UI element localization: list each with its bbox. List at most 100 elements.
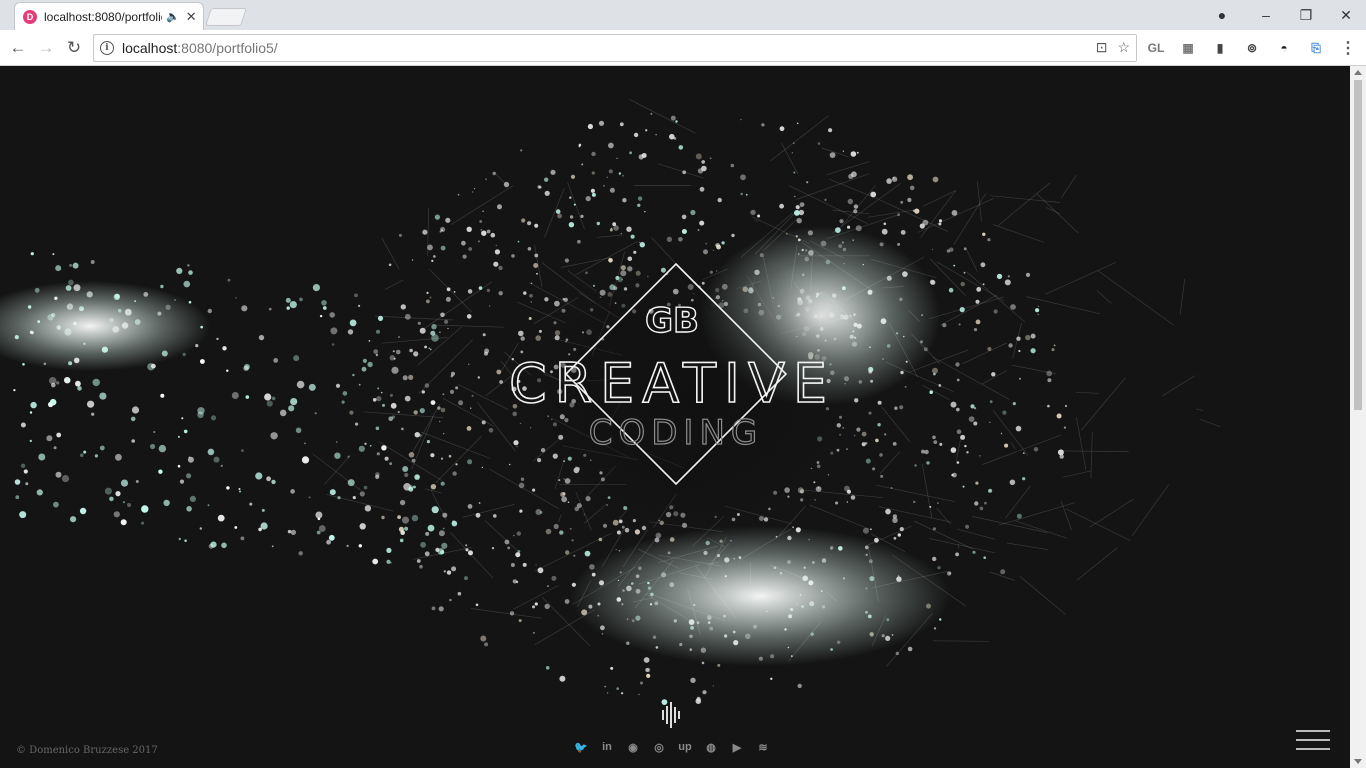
- particle-dot: [354, 293, 358, 298]
- particle-dot: [358, 544, 362, 548]
- particle-dot: [520, 149, 523, 152]
- particle-dot: [261, 508, 265, 512]
- particle-dot: [534, 602, 538, 606]
- favicon-icon: D: [23, 9, 37, 24]
- scroll-up-icon[interactable]: [1354, 70, 1362, 75]
- particle-dot: [545, 666, 550, 670]
- particle-dot: [690, 677, 696, 683]
- reload-button[interactable]: ↻: [62, 36, 86, 60]
- particle-dot: [650, 112, 653, 115]
- translate-icon[interactable]: ⊡: [1096, 39, 1108, 56]
- particle-dot: [431, 259, 434, 262]
- particle-dot: [404, 313, 411, 320]
- extension-grey-icon[interactable]: ▦: [1178, 38, 1198, 58]
- particle-dot: [130, 416, 136, 422]
- particle-dot: [373, 349, 379, 354]
- particle-dot: [420, 541, 426, 548]
- particle-line: [364, 411, 444, 418]
- url-host: localhost: [122, 40, 178, 56]
- particle-dot: [424, 345, 427, 349]
- particle-dot: [846, 501, 848, 503]
- particle-dot: [721, 241, 725, 245]
- browser-tab[interactable]: D localhost:8080/portfolio5/ 🔈 ✕: [14, 2, 204, 30]
- address-bar[interactable]: i localhost:8080/portfolio5/ ⊡ ☆: [93, 34, 1137, 62]
- particle-line: [913, 520, 973, 550]
- particle-line: [1062, 470, 1092, 478]
- speaker-icon[interactable]: 🔈: [166, 10, 180, 23]
- particle-dot: [488, 428, 494, 433]
- particle-line: [940, 294, 998, 326]
- particle-dot: [56, 432, 62, 438]
- particle-dot: [712, 685, 714, 687]
- github-icon[interactable]: ◉: [624, 738, 642, 756]
- gl-extension-icon[interactable]: GL: [1146, 38, 1166, 58]
- particle-dot: [847, 225, 851, 229]
- particle-dot: [399, 499, 406, 506]
- new-tab-button[interactable]: [205, 8, 247, 26]
- twitter-icon[interactable]: 🐦: [572, 738, 590, 756]
- url-path: :8080/portfolio5/: [177, 40, 278, 56]
- particle-dot: [973, 328, 978, 332]
- back-button[interactable]: ←: [6, 36, 30, 60]
- extension-book-icon[interactable]: ▮: [1210, 38, 1230, 58]
- profile-icon[interactable]: ●: [1202, 0, 1242, 30]
- forward-button[interactable]: →: [34, 36, 58, 60]
- particle-dot: [521, 218, 526, 223]
- info-icon[interactable]: i: [100, 41, 114, 55]
- upwork-icon[interactable]: up: [676, 738, 694, 756]
- bookmark-star-icon[interactable]: ☆: [1117, 39, 1130, 56]
- audio-toggle-icon[interactable]: [662, 702, 680, 728]
- particle-dot: [288, 405, 295, 412]
- particle-line: [432, 324, 504, 328]
- linkedin-icon[interactable]: in: [598, 738, 616, 756]
- particle-dot: [532, 605, 535, 609]
- particle-dot: [316, 530, 321, 535]
- particle-dot: [616, 687, 619, 690]
- particle-dot: [879, 453, 883, 457]
- particle-dot: [440, 481, 445, 486]
- particle-dot: [646, 673, 651, 679]
- extension-spiral-icon[interactable]: ⊚: [1242, 38, 1262, 58]
- restore-button[interactable]: ❐: [1286, 0, 1326, 30]
- particle-line: [876, 484, 956, 503]
- close-window-button[interactable]: ✕: [1326, 0, 1366, 30]
- particle-dot: [207, 308, 212, 314]
- particle-dot: [844, 485, 850, 492]
- particle-line: [450, 185, 514, 225]
- particle-line: [966, 271, 1026, 323]
- particle-dot: [856, 151, 859, 154]
- scroll-down-icon[interactable]: [1354, 759, 1362, 764]
- particle-dot: [465, 544, 468, 547]
- tab-close-icon[interactable]: ✕: [186, 9, 197, 25]
- dribbble-icon[interactable]: ◍: [702, 738, 720, 756]
- particle-dot: [1002, 410, 1007, 415]
- particle-dot: [976, 287, 982, 292]
- browser-menu-icon[interactable]: ⋮: [1338, 38, 1358, 58]
- glow-left-stream: [0, 281, 210, 371]
- particle-dot: [942, 323, 947, 328]
- particle-dot: [426, 299, 430, 304]
- particle-dot: [416, 559, 421, 563]
- youtube-icon[interactable]: ▶: [728, 738, 746, 756]
- particle-dot: [372, 558, 379, 565]
- particle-dot: [550, 169, 556, 175]
- particle-dot: [690, 209, 696, 216]
- scroll-thumb[interactable]: [1354, 80, 1362, 410]
- octocat-extension-icon[interactable]: ◓: [1274, 38, 1294, 58]
- particle-line: [1006, 542, 1049, 550]
- particle-dot: [465, 548, 469, 552]
- hamburger-menu-icon[interactable]: [1296, 730, 1330, 750]
- particle-dot: [331, 343, 335, 346]
- particle-dot: [907, 174, 913, 181]
- particle-line: [1089, 498, 1134, 528]
- particle-dot: [504, 539, 510, 545]
- particle-dot: [527, 247, 532, 251]
- particle-line: [878, 199, 949, 232]
- stackoverflow-icon[interactable]: ≋: [754, 738, 772, 756]
- minimize-button[interactable]: –: [1246, 0, 1286, 30]
- particle-dot: [443, 570, 446, 573]
- extension-blue-icon[interactable]: ⎘: [1306, 38, 1326, 58]
- particle-dot: [622, 175, 624, 177]
- page-scrollbar[interactable]: [1350, 66, 1366, 768]
- instagram-icon[interactable]: ◎: [650, 738, 668, 756]
